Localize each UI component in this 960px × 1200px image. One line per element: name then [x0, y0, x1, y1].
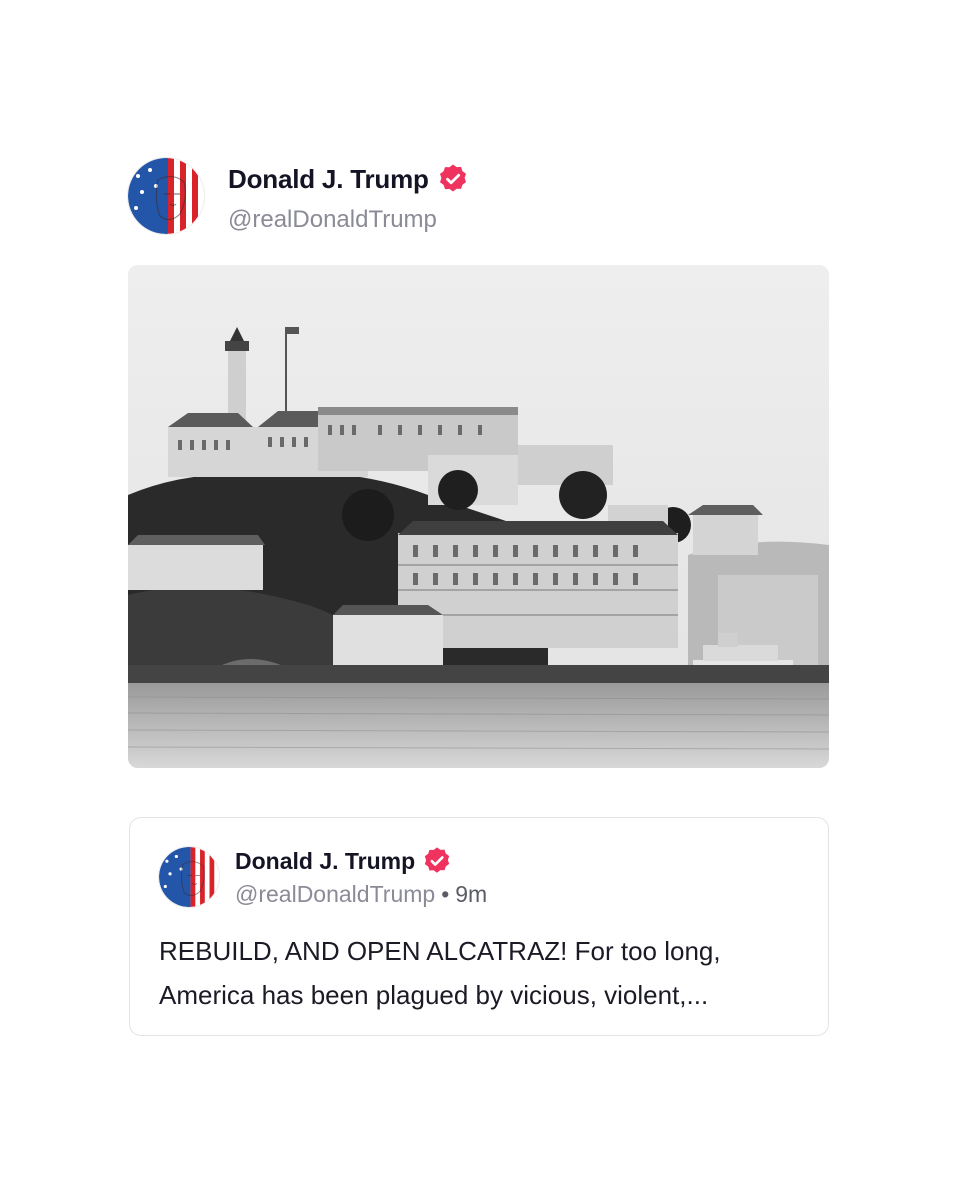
quote-author-name[interactable]: Donald J. Trump	[235, 846, 452, 876]
quote-author-name-text: Donald J. Trump	[235, 848, 416, 874]
flag-face-avatar-icon	[159, 847, 219, 907]
quote-body-text: REBUILD, AND OPEN ALCATRAZ! For too long…	[159, 936, 721, 1010]
post-timestamp[interactable]: 9m	[455, 881, 487, 907]
quoted-post-card[interactable]: Donald J. Trump @realDonaldTrump • 9m REBU…	[129, 817, 829, 1036]
separator-dot: •	[441, 881, 450, 907]
verified-badge-icon	[437, 163, 469, 195]
author-handle[interactable]: @realDonaldTrump	[228, 206, 437, 234]
quote-meta: @realDonaldTrump • 9m	[235, 881, 487, 908]
quote-author-handle[interactable]: @realDonaldTrump	[235, 881, 435, 907]
author-name-text: Donald J. Trump	[228, 164, 429, 194]
verified-badge-icon	[422, 846, 452, 876]
quote-author-avatar[interactable]	[159, 847, 219, 907]
author-name[interactable]: Donald J. Trump	[228, 164, 469, 195]
flag-face-avatar-icon	[128, 158, 204, 234]
alcatraz-photo-image	[128, 265, 829, 768]
post-photo[interactable]	[128, 265, 829, 768]
author-avatar[interactable]	[128, 158, 204, 234]
